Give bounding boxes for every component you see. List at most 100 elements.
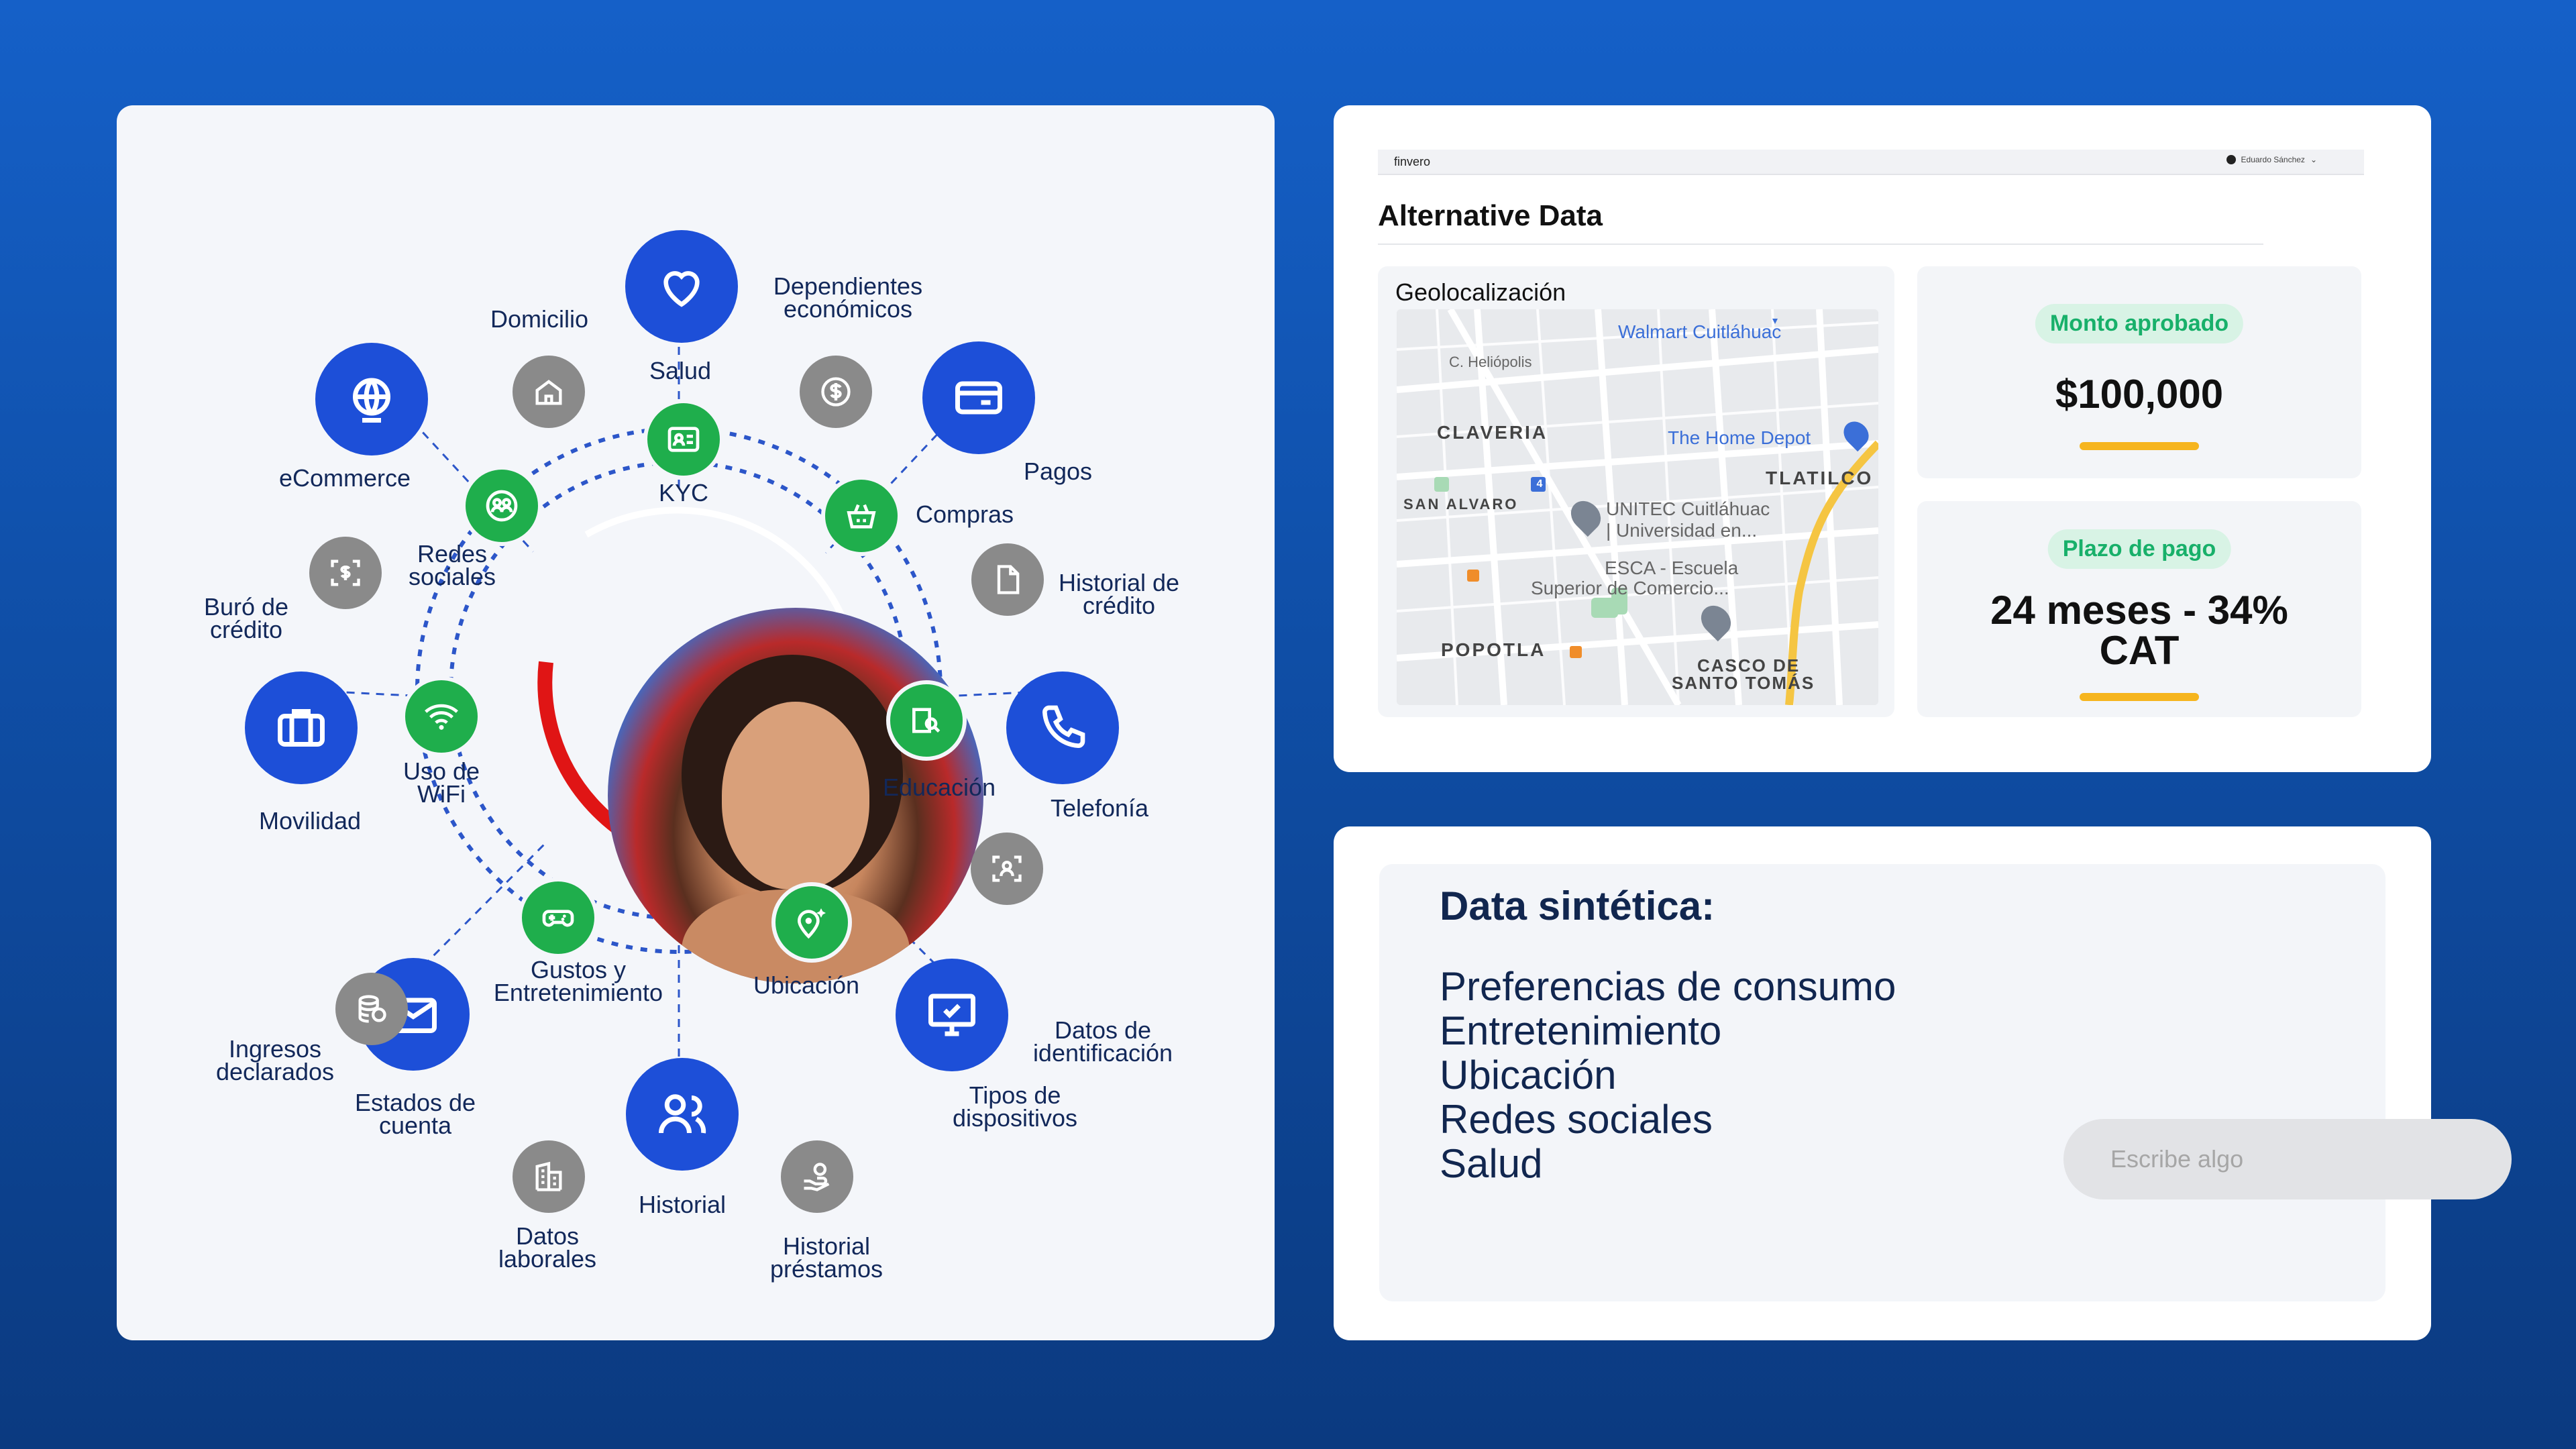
movilidad-label: Movilidad <box>258 807 362 835</box>
map-view[interactable]: Walmart Cuitláhuac C. Heliópolis CLAVERI… <box>1397 309 1878 705</box>
geolocation-panel: Geolocalización Walmart Cuitláhuac C. He… <box>1378 266 1894 717</box>
title-divider <box>1378 244 2263 245</box>
educacion-node[interactable] <box>886 680 967 761</box>
globe-icon <box>353 378 390 423</box>
salud-label: Salud <box>649 357 712 384</box>
domicilio-node[interactable] <box>513 356 585 428</box>
social-users-icon <box>486 490 518 522</box>
road-number: 4 <box>1536 478 1543 490</box>
phone-icon <box>1042 705 1085 749</box>
map-label-claveria: CLAVERIA <box>1437 422 1548 443</box>
map-label-casco-2: SANTO TOMÁS <box>1672 673 1815 693</box>
synthetic-data-title: Data sintética: <box>1440 883 1715 928</box>
buro-label: Buró de crédito <box>203 593 289 643</box>
coins-stack-icon <box>358 995 386 1023</box>
payment-term-value-line1: 24 meses - 34% <box>1990 588 2288 633</box>
map-label-unitec-2: | Universidad en... <box>1606 520 1758 541</box>
map-label-heliopolis: C. Heliópolis <box>1449 354 1532 370</box>
historial-credito-label: Historial de crédito <box>1058 569 1180 619</box>
domicilio-label: Domicilio <box>490 305 589 333</box>
ingresos-label: Ingresos declarados <box>215 1035 335 1085</box>
app-topbar: finvero Eduardo Sánchez ⌄ <box>1378 150 2364 175</box>
face-scan-icon <box>992 855 1022 882</box>
gustos-node[interactable] <box>518 877 598 958</box>
identificacion-label: Datos de identificación <box>1032 1016 1173 1067</box>
map-label-unitec-1: UNITEC Cuitláhuac <box>1606 498 1770 519</box>
gamepad-icon <box>542 910 574 927</box>
prestamos-node[interactable] <box>781 1140 853 1213</box>
synthetic-data-card: Data sintética: Preferencias de consumo … <box>1334 826 2512 1340</box>
synthetic-data-list: Preferencias de consumo Entretenimiento … <box>1440 965 1896 1186</box>
user-name: Eduardo Sánchez <box>2241 155 2305 164</box>
ubicacion-node[interactable] <box>771 882 852 963</box>
prestamos-label: Historial préstamos <box>769 1232 883 1283</box>
map-label-walmart: Walmart Cuitláhuac <box>1618 321 1782 342</box>
chevron-down-icon: ⌄ <box>2310 155 2317 164</box>
geolocation-title: Geolocalización <box>1395 278 1566 306</box>
compras-label: Compras <box>915 500 1014 528</box>
payment-term-panel: Plazo de pago 24 meses - 34% CAT <box>1917 501 2361 717</box>
map-label-tlatilco: TLATILCO <box>1766 468 1874 488</box>
map-label-esca-1: ESCA - Escuela <box>1605 557 1739 578</box>
laborales-label: Datos laborales <box>498 1222 597 1273</box>
map-label-esca-2: Superior de Comercio... <box>1531 578 1729 598</box>
ubicacion-label: Ubicación <box>753 971 860 999</box>
ingresos-node[interactable] <box>335 973 408 1045</box>
list-item: Redes sociales <box>1440 1097 1713 1142</box>
estados-label: Estados de cuenta <box>354 1089 476 1139</box>
list-item: Ubicación <box>1440 1053 1617 1097</box>
page-title: Alternative Data <box>1378 199 1603 232</box>
house-icon <box>535 380 562 405</box>
location-sparkle-icon <box>797 908 826 939</box>
book-search-icon <box>912 708 941 733</box>
map-label-home-depot: The Home Depot <box>1668 427 1811 448</box>
payment-term-badge: Plazo de pago <box>2047 529 2231 569</box>
wifi-icon <box>425 704 458 730</box>
historial-node[interactable] <box>626 1058 739 1171</box>
list-item: Preferencias de consumo <box>1440 964 1896 1009</box>
ecommerce-label: eCommerce <box>278 464 411 492</box>
hand-coin-icon <box>804 1163 830 1191</box>
identificacion-node[interactable] <box>971 833 1043 905</box>
map-label-popotla: POPOTLA <box>1441 639 1546 660</box>
approved-amount-panel: Monto aprobado $100,000 <box>1917 266 2361 478</box>
historial-label: Historial <box>638 1191 727 1218</box>
heart-icon <box>663 271 700 307</box>
pagos-node[interactable] <box>922 341 1035 454</box>
redes-node[interactable] <box>462 466 542 546</box>
user-menu[interactable]: Eduardo Sánchez ⌄ <box>2226 155 2317 164</box>
pagos-label: Pagos <box>1023 458 1093 485</box>
dependientes-node[interactable] <box>800 356 872 428</box>
telefonia-node[interactable] <box>1006 672 1119 784</box>
kyc-label: KYC <box>658 479 709 506</box>
wifi-node[interactable] <box>401 676 482 757</box>
message-input[interactable] <box>2063 1119 2512 1199</box>
building-icon <box>535 1161 562 1191</box>
approved-amount-accent <box>2080 442 2199 450</box>
educacion-label: Educación <box>882 773 996 801</box>
briefcase-icon <box>278 709 325 747</box>
dispositivos-label: Tipos de dispositivos <box>952 1081 1078 1132</box>
telefonia-label: Telefonía <box>1050 794 1149 822</box>
approved-amount-value: $100,000 <box>2055 372 2224 417</box>
credit-card-icon <box>955 381 1002 415</box>
scan-dollar-icon <box>331 559 360 586</box>
kyc-node[interactable] <box>643 399 724 480</box>
ecommerce-node[interactable] <box>315 343 428 455</box>
payment-term-value-line2: CAT <box>2099 628 2180 673</box>
dollar-coin-icon <box>821 377 851 407</box>
gustos-label: Gustos y Entretenimiento <box>493 956 663 1006</box>
id-card-icon <box>667 427 700 452</box>
dependientes-label: Dependientes económicos <box>773 272 923 323</box>
brand-logo[interactable]: finvero <box>1394 155 1430 169</box>
alternative-data-card: finvero Eduardo Sánchez ⌄ Alternative Da… <box>1334 105 2431 772</box>
map-label-san-alvaro: SAN ALVARO <box>1403 496 1519 513</box>
wifi-label: Uso de WiFi <box>402 757 480 808</box>
list-item: Entretenimiento <box>1440 1008 1722 1053</box>
alternative-data-diagram-card: Salud Pagos Telefonía Tipos de dispositi… <box>117 105 1275 1340</box>
approved-amount-badge: Monto aprobado <box>2035 304 2244 343</box>
list-item: Salud <box>1440 1141 1543 1186</box>
users-icon <box>659 1094 706 1134</box>
laborales-node[interactable] <box>513 1140 585 1213</box>
avatar <box>2226 155 2236 164</box>
